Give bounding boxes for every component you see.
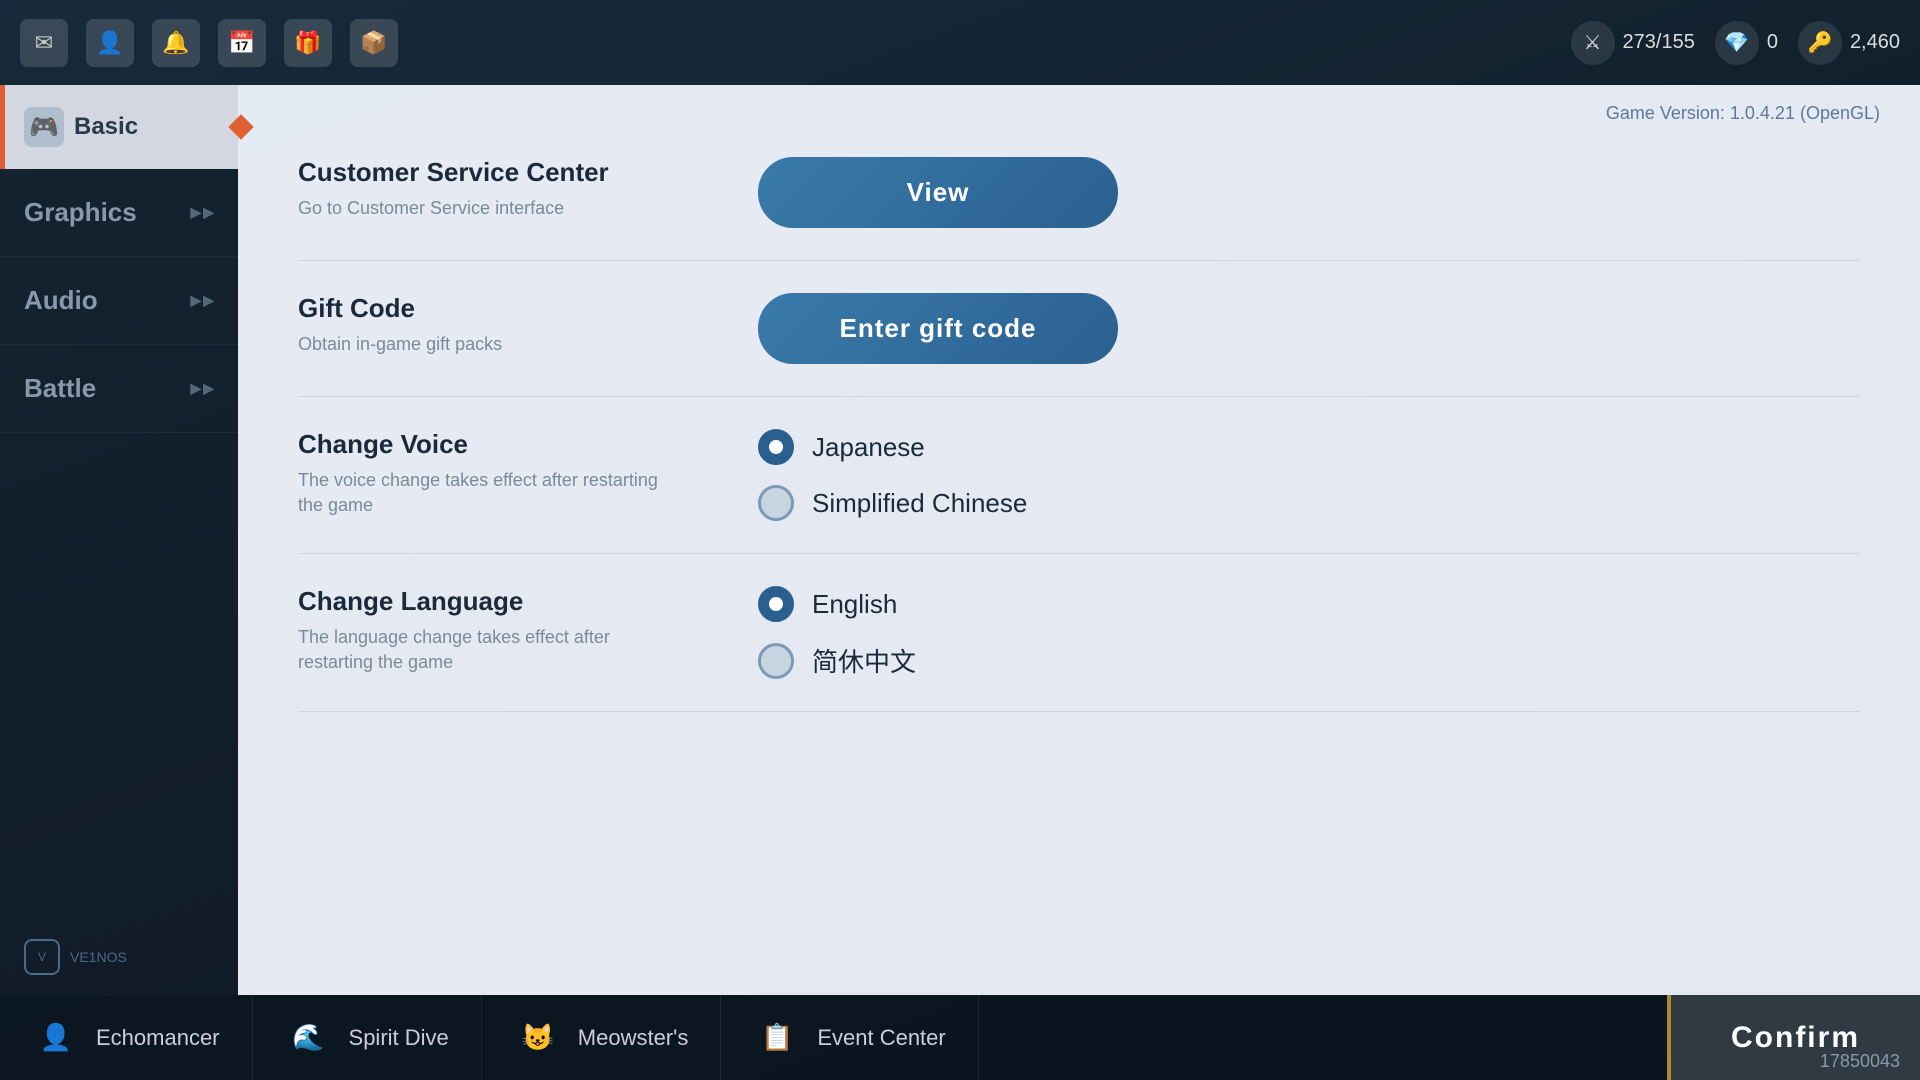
voice-simplified-chinese-label: Simplified Chinese [812,488,1027,519]
calendar-icon[interactable]: 📅 [218,19,266,67]
key-icon: 🔑 [1798,21,1842,65]
gift-code-row: Gift Code Obtain in-game gift packs Ente… [298,261,1860,397]
view-button[interactable]: View [758,157,1118,228]
customer-service-controls: View [758,157,1860,228]
voice-japanese-option[interactable]: Japanese [758,429,1860,465]
gift-icon[interactable]: 🎁 [284,19,332,67]
gift-code-controls: Enter gift code [758,293,1860,364]
voice-simplified-chinese-option[interactable]: Simplified Chinese [758,485,1860,521]
bottom-spirit-dive[interactable]: 🌊 Spirit Dive [253,995,482,1080]
gem-icon: 💎 [1715,21,1759,65]
echomancer-label: Echomancer [96,1025,220,1051]
sidebar-item-battle[interactable]: Battle ▶▶ [0,345,238,433]
event-center-icon: 📋 [753,1014,801,1062]
echomancer-icon: 👤 [32,1014,80,1062]
graphics-arrows: ▶▶ [190,204,214,221]
event-center-label: Event Center [817,1025,945,1051]
stamina-value: 273/155 [1623,31,1695,54]
change-language-row: Change Language The language change take… [298,554,1860,712]
game-version: Game Version: 1.0.4.21 (OpenGL) [1606,103,1880,124]
change-language-title: Change Language [298,586,718,617]
stamina-stat: ⚔ 273/155 [1571,21,1695,65]
change-voice-desc: The voice change takes effect after rest… [298,468,678,518]
change-language-label-area: Change Language The language change take… [298,586,718,675]
ve1nos-logo: V [24,939,60,975]
customer-service-row: Customer Service Center Go to Customer S… [298,125,1860,261]
sidebar-item-audio[interactable]: Audio ▶▶ [0,257,238,345]
gem-value: 0 [1767,31,1778,54]
lang-simplified-chinese-label: 简休中文 [812,642,916,679]
lang-english-radio[interactable] [758,586,794,622]
notification-icon[interactable]: 🔔 [152,19,200,67]
sidebar-graphics-label: Graphics [24,197,137,228]
lang-english-label: English [812,589,897,620]
enter-gift-code-button[interactable]: Enter gift code [758,293,1118,364]
logo-text: VE1NOS [70,949,127,965]
spirit-dive-label: Spirit Dive [349,1025,449,1051]
sidebar-item-graphics[interactable]: Graphics ▶▶ [0,169,238,257]
package-icon[interactable]: 📦 [350,19,398,67]
gem-stat: 💎 0 [1715,21,1778,65]
voice-japanese-label: Japanese [812,432,925,463]
stamina-icon: ⚔ [1571,21,1615,65]
top-bar-icons: ✉ 👤 🔔 📅 🎁 📦 [20,19,398,67]
mail-icon[interactable]: ✉ [20,19,68,67]
battle-arrows: ▶▶ [190,380,214,397]
lang-simplified-chinese-option[interactable]: 简休中文 [758,642,1860,679]
gift-code-label-area: Gift Code Obtain in-game gift packs [298,293,718,357]
sidebar-audio-label: Audio [24,285,98,316]
basic-icon: 🎮 [24,107,64,147]
sidebar-logo: V VE1NOS [0,919,238,995]
change-voice-controls: Japanese Simplified Chinese [758,429,1860,521]
lang-simplified-chinese-radio[interactable] [758,643,794,679]
bottom-event-center[interactable]: 📋 Event Center [721,995,978,1080]
gift-code-desc: Obtain in-game gift packs [298,332,678,357]
voice-japanese-radio[interactable] [758,429,794,465]
gift-code-title: Gift Code [298,293,718,324]
customer-service-label-area: Customer Service Center Go to Customer S… [298,157,718,221]
spirit-dive-icon: 🌊 [285,1014,333,1062]
meowsters-icon: 😺 [514,1014,562,1062]
bottom-meowsters[interactable]: 😺 Meowster's [482,995,722,1080]
customer-service-desc: Go to Customer Service interface [298,196,678,221]
audio-arrows: ▶▶ [190,292,214,309]
change-voice-label-area: Change Voice The voice change takes effe… [298,429,718,518]
profile-icon[interactable]: 👤 [86,19,134,67]
bottom-echomancer[interactable]: 👤 Echomancer [0,995,253,1080]
top-bar: ✉ 👤 🔔 📅 🎁 📦 ⚔ 273/155 💎 0 🔑 2,460 [0,0,1920,85]
change-voice-row: Change Voice The voice change takes effe… [298,397,1860,554]
voice-simplified-chinese-radio[interactable] [758,485,794,521]
meowsters-label: Meowster's [578,1025,689,1051]
change-language-desc: The language change takes effect after r… [298,625,678,675]
change-language-controls: English 简休中文 [758,586,1860,679]
lang-english-option[interactable]: English [758,586,1860,622]
customer-service-title: Customer Service Center [298,157,718,188]
top-bar-right: ⚔ 273/155 💎 0 🔑 2,460 [1571,21,1900,65]
settings-panel: Game Version: 1.0.4.21 (OpenGL) Customer… [238,85,1920,995]
sidebar: 🎮 Basic Graphics ▶▶ Audio ▶▶ Battle ▶▶ V… [0,85,238,995]
key-stat: 🔑 2,460 [1798,21,1900,65]
sidebar-basic-label: Basic [74,113,138,141]
change-voice-title: Change Voice [298,429,718,460]
key-value: 2,460 [1850,31,1900,54]
sidebar-item-basic[interactable]: 🎮 Basic [0,85,238,169]
bottom-bar: 👤 Echomancer 🌊 Spirit Dive 😺 Meowster's … [0,995,1920,1080]
score-display: 17850043 [1820,1051,1900,1072]
sidebar-battle-label: Battle [24,373,96,404]
